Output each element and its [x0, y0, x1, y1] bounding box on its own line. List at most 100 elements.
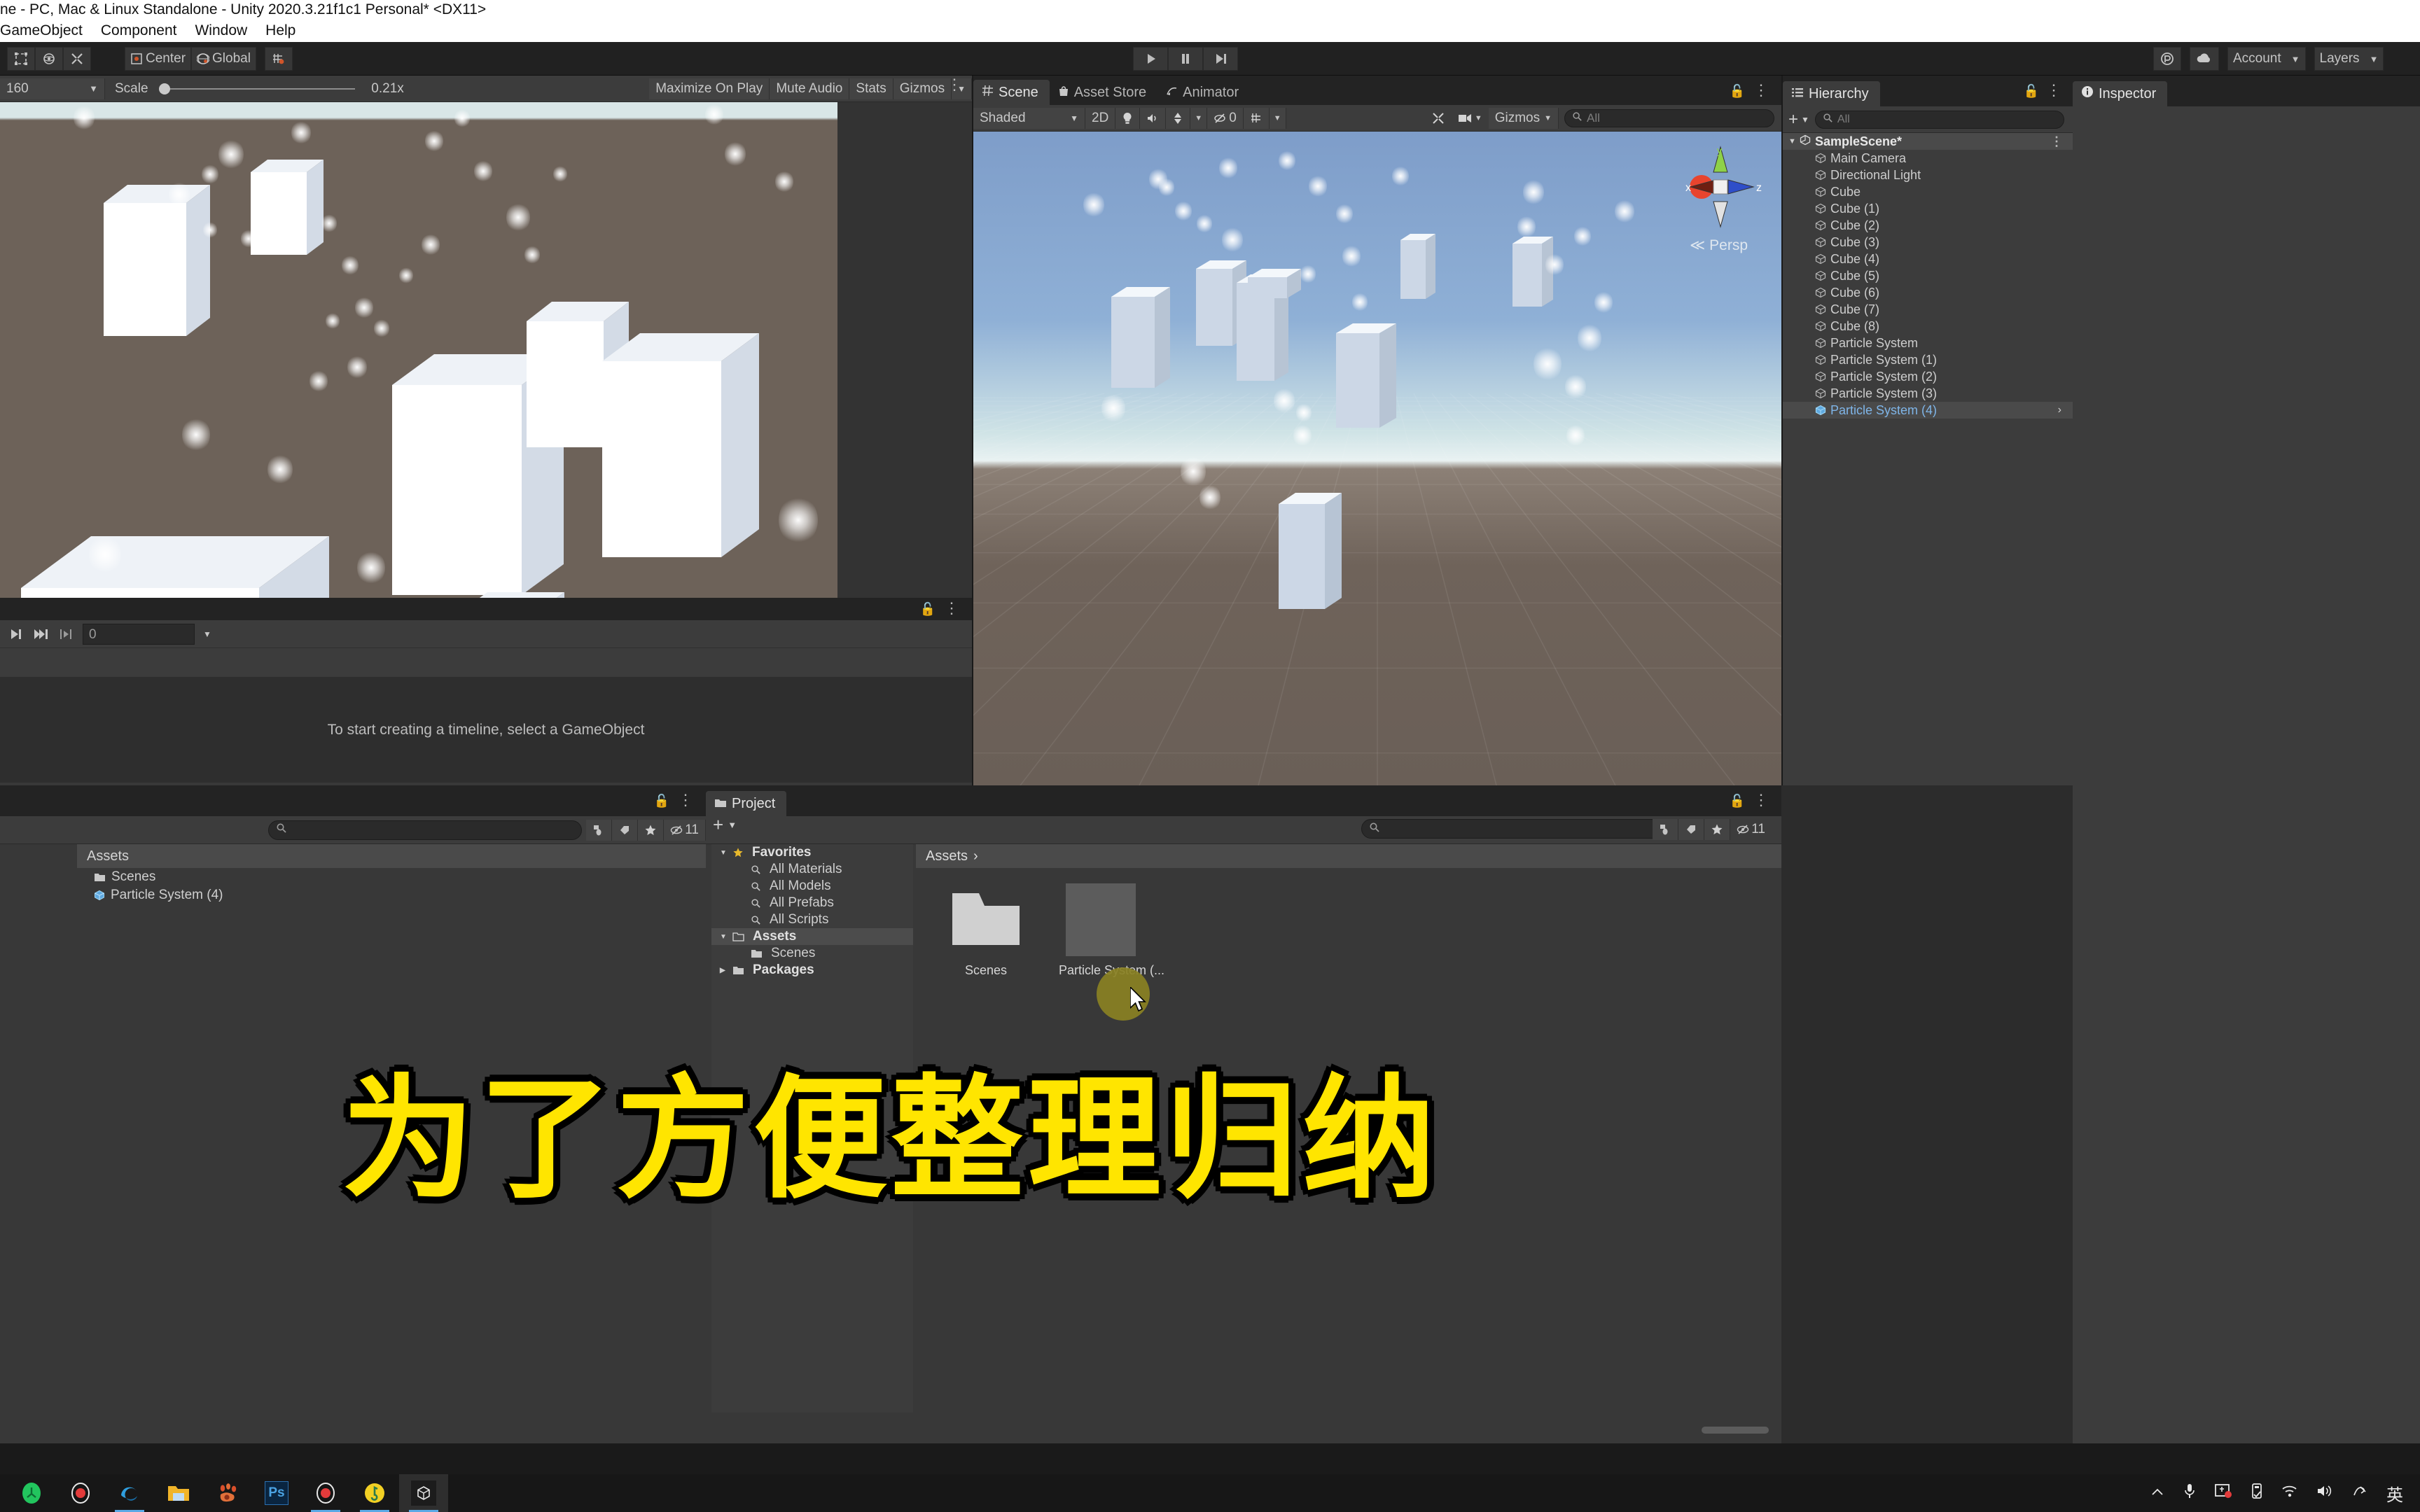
timeline-goto-start-icon[interactable] [3, 624, 28, 645]
rect-transform-tool-icon[interactable] [7, 47, 35, 71]
hierarchy-item-cube-1[interactable]: Cube (1) [1783, 200, 2073, 217]
microphone-icon[interactable] [2183, 1483, 2196, 1504]
asset-cell-scenes[interactable]: Scenes [944, 883, 1028, 1413]
fx-icon[interactable] [1166, 107, 1191, 129]
play-button[interactable] [1133, 47, 1168, 71]
stats-button[interactable]: Stats [849, 78, 893, 99]
layers-dropdown[interactable]: Layers ▼ [2314, 47, 2384, 71]
hierarchy-item-cube-7[interactable]: Cube (7) [1783, 301, 2073, 318]
rotate-tool-icon[interactable] [35, 47, 63, 71]
chevron-up-icon[interactable] [2150, 1484, 2165, 1502]
taskbar-app-photoshop[interactable]: Ps [252, 1474, 301, 1512]
lock-icon[interactable]: 🔓 [1730, 84, 1745, 99]
hierarchy-item-cube[interactable]: Cube [1783, 183, 2073, 200]
hierarchy-item-cube-4[interactable]: Cube (4) [1783, 251, 2073, 267]
taskbar-app-unity[interactable] [399, 1474, 448, 1512]
step-button[interactable] [1203, 47, 1238, 71]
project-left-menu-icon[interactable]: ⋮ [678, 791, 693, 809]
fx-dropdown-icon[interactable]: ▼ [1190, 107, 1208, 129]
hierarchy-item-particle-system[interactable]: Particle System [1783, 335, 2073, 351]
project-search-input[interactable] [1361, 819, 1675, 839]
pause-button[interactable] [1168, 47, 1203, 71]
lock-icon[interactable]: 🔓 [2024, 84, 2039, 99]
gizmos-button[interactable]: Gizmos [893, 78, 952, 99]
project-left-search-input[interactable] [268, 820, 583, 840]
tab-inspector[interactable]: Inspector [2073, 81, 2168, 106]
timeline-play-range-icon[interactable] [53, 624, 78, 645]
chevron-right-icon[interactable]: ▶ [720, 967, 728, 974]
project-tree-item-all-models[interactable]: All Models [711, 878, 913, 895]
project-menu-icon[interactable]: ⋮ [1753, 791, 1769, 809]
hierarchy-item-main-camera[interactable]: Main Camera [1783, 150, 2073, 167]
hidden-objects-badge[interactable]: 11 [1730, 819, 1772, 840]
game-resolution-dropdown[interactable]: 160 ▼ [0, 78, 105, 99]
favorites-star-icon[interactable] [638, 819, 665, 841]
project-tree-item-all-materials[interactable]: All Materials [711, 861, 913, 878]
timeline-frame-field[interactable]: 0 [83, 623, 195, 645]
grid-toggle-icon[interactable] [1243, 107, 1270, 129]
taskbar-app-record-2[interactable] [301, 1474, 350, 1512]
speaker-icon[interactable] [1140, 107, 1167, 129]
tab-project[interactable]: Project [706, 791, 787, 816]
project-tree-item-all-prefabs[interactable]: All Prefabs [711, 895, 913, 911]
tab-asset-store[interactable]: Asset Store [1050, 80, 1157, 105]
project-tree-item-packages[interactable]: ▶ Packages [711, 962, 913, 979]
usb-eject-icon[interactable] [2251, 1483, 2263, 1504]
menu-item-help[interactable]: Help [265, 22, 295, 38]
custom-tool-icon[interactable] [63, 47, 91, 71]
lock-icon[interactable]: 🔓 [920, 602, 936, 617]
lock-icon[interactable]: 🔓 [654, 794, 669, 808]
scene-draw-mode-dropdown[interactable]: Shaded ▼ [973, 107, 1085, 129]
project-tree-item-favorites[interactable]: ▼ Favorites [711, 844, 913, 861]
timeline-next-key-icon[interactable] [28, 624, 53, 645]
filter-type-icon[interactable] [1653, 819, 1679, 840]
chevron-down-icon[interactable]: ▼ [195, 624, 220, 645]
scene-2d-toggle[interactable]: 2D [1085, 107, 1116, 129]
scene-gizmos-button[interactable]: Gizmos ▼ [1488, 107, 1559, 129]
wrench-icon[interactable] [1425, 108, 1452, 129]
lock-icon[interactable]: 🔓 [1730, 794, 1745, 808]
menu-bar[interactable]: GameObject Component Window Help [0, 20, 2420, 42]
cloud-icon[interactable] [2190, 47, 2219, 71]
hierarchy-scene-row[interactable]: ▼ SampleScene* ⋮ [1783, 133, 2073, 150]
scene-row-menu-icon[interactable]: ⋮ [2050, 134, 2063, 149]
scene-visibility-toggle[interactable]: 0 [1207, 107, 1244, 129]
chevron-down-icon[interactable]: ▼ [720, 849, 728, 857]
grid-dropdown-icon[interactable]: ▼ [1269, 107, 1286, 129]
chevron-right-icon[interactable]: › [2058, 404, 2061, 416]
hierarchy-item-particle-system-3[interactable]: Particle System (3) [1783, 385, 2073, 402]
hierarchy-item-cube-2[interactable]: Cube (2) [1783, 217, 2073, 234]
timeline-menu-icon[interactable]: ⋮ [944, 599, 959, 617]
chevron-down-icon[interactable]: ▼ [1788, 137, 1796, 146]
volume-icon[interactable] [2316, 1484, 2333, 1502]
collab-icon[interactable] [2153, 47, 2181, 71]
taskbar-app-netease[interactable] [350, 1474, 399, 1512]
scrollbar-thumb[interactable] [1702, 1427, 1769, 1434]
pivot-mode-button[interactable]: Center [125, 47, 192, 71]
hierarchy-item-particle-system-1[interactable]: Particle System (1) [1783, 351, 2073, 368]
ime-pen-icon[interactable] [2351, 1484, 2368, 1502]
maximize-on-play-button[interactable]: Maximize On Play [649, 78, 770, 99]
scene-render-surface[interactable]: x z y ≪ Persp [973, 132, 1781, 785]
tab-scene[interactable]: Scene [973, 80, 1050, 105]
camera-icon[interactable]: ▼ [1452, 108, 1489, 129]
breadcrumb-root[interactable]: Assets [926, 848, 968, 864]
snap-grid-icon[interactable] [265, 47, 293, 71]
hierarchy-item-cube-6[interactable]: Cube (6) [1783, 284, 2073, 301]
hierarchy-item-particle-system-2[interactable]: Particle System (2) [1783, 368, 2073, 385]
project-tree-item-assets[interactable]: ▼ Assets [711, 928, 913, 945]
hierarchy-item-particle-system-4[interactable]: Particle System (4) › [1783, 402, 2073, 419]
hierarchy-create-button[interactable]: + ▼ [1788, 111, 1809, 127]
hierarchy-item-cube-8[interactable]: Cube (8) [1783, 318, 2073, 335]
scale-slider-thumb[interactable] [158, 83, 170, 94]
tab-hierarchy[interactable]: Hierarchy [1783, 81, 1880, 106]
ime-language[interactable]: 英 [2386, 1481, 2403, 1506]
game-render-surface[interactable] [0, 102, 837, 598]
filter-type-icon[interactable] [586, 819, 613, 841]
project-horizontal-scrollbar[interactable] [916, 1427, 1773, 1434]
menu-item-component[interactable]: Component [101, 22, 177, 38]
project-left-row-particle-system-4[interactable]: Particle System (4) [77, 886, 706, 904]
project-tree-item-all-scripts[interactable]: All Scripts [711, 911, 913, 928]
chevron-down-icon[interactable]: ▼ [720, 933, 728, 941]
account-dropdown[interactable]: Account ▼ [2227, 47, 2306, 71]
